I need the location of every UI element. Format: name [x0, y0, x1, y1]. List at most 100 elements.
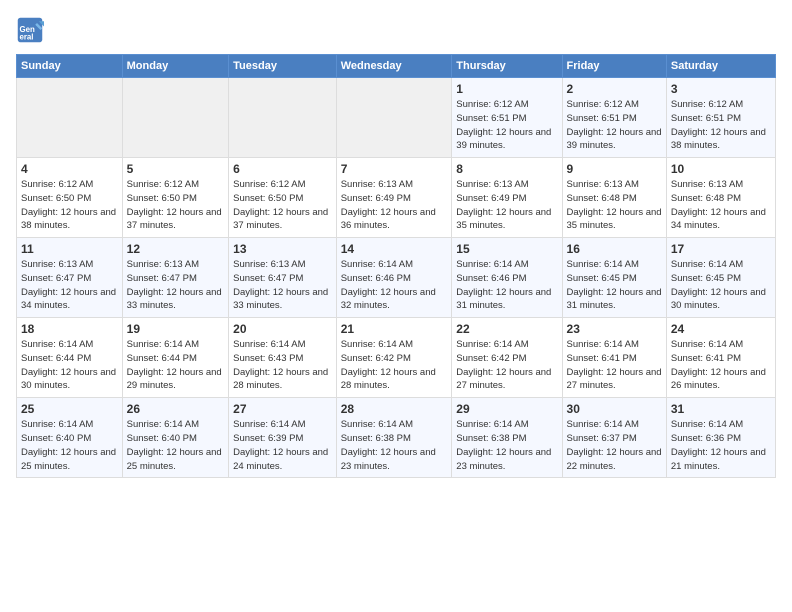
- day-info: Sunrise: 6:14 AM Sunset: 6:46 PM Dayligh…: [341, 258, 448, 313]
- calendar-row: 18 Sunrise: 6:14 AM Sunset: 6:44 PM Dayli…: [17, 318, 776, 398]
- calendar-row: 4 Sunrise: 6:12 AM Sunset: 6:50 PM Daylig…: [17, 158, 776, 238]
- calendar-cell: 27Sunrise: 6:14 AM Sunset: 6:39 PM Dayli…: [229, 398, 337, 478]
- header-row: SundayMondayTuesdayWednesdayThursdayFrid…: [17, 55, 776, 78]
- day-number: 3: [671, 82, 771, 96]
- calendar-cell: 1 Sunrise: 6:12 AM Sunset: 6:51 PM Daylig…: [452, 78, 562, 158]
- day-info: Sunrise: 6:12 AM Sunset: 6:50 PM Dayligh…: [21, 178, 118, 233]
- calendar-row: 11 Sunrise: 6:13 AM Sunset: 6:47 PM Dayli…: [17, 238, 776, 318]
- day-info: Sunrise: 6:14 AM Sunset: 6:36 PM Dayligh…: [671, 418, 771, 473]
- calendar-cell: 25 Sunrise: 6:14 AM Sunset: 6:40 PM Dayli…: [17, 398, 123, 478]
- day-number: 25: [21, 402, 118, 416]
- day-number: 12: [127, 242, 225, 256]
- day-info: Sunrise: 6:14 AM Sunset: 6:44 PM Dayligh…: [21, 338, 118, 393]
- day-info: Sunrise: 6:14 AM Sunset: 6:37 PM Dayligh…: [567, 418, 662, 473]
- calendar-cell: 10 Sunrise: 6:13 AM Sunset: 6:48 PM Dayli…: [666, 158, 775, 238]
- day-info: Sunrise: 6:13 AM Sunset: 6:49 PM Dayligh…: [341, 178, 448, 233]
- day-number: 23: [567, 322, 662, 336]
- header-cell: Saturday: [666, 55, 775, 78]
- calendar-cell: 28 Sunrise: 6:14 AM Sunset: 6:38 PM Dayli…: [336, 398, 452, 478]
- day-info: Sunrise: 6:14 AM Sunset: 6:43 PM Dayligh…: [233, 338, 332, 393]
- day-info: Sunrise: 6:13 AM Sunset: 6:49 PM Dayligh…: [456, 178, 557, 233]
- calendar-cell: 19Sunrise: 6:14 AM Sunset: 6:44 PM Dayli…: [122, 318, 229, 398]
- calendar-cell: 31 Sunrise: 6:14 AM Sunset: 6:36 PM Dayli…: [666, 398, 775, 478]
- calendar-cell: 8 Sunrise: 6:13 AM Sunset: 6:49 PM Daylig…: [452, 158, 562, 238]
- calendar-cell: 29 Sunrise: 6:14 AM Sunset: 6:38 PM Dayli…: [452, 398, 562, 478]
- calendar-cell: 14 Sunrise: 6:14 AM Sunset: 6:46 PM Dayli…: [336, 238, 452, 318]
- calendar-cell: 26 Sunrise: 6:14 AM Sunset: 6:40 PM Dayli…: [122, 398, 229, 478]
- day-number: 22: [456, 322, 557, 336]
- day-info: Sunrise: 6:12 AM Sunset: 6:50 PM Dayligh…: [233, 178, 332, 233]
- svg-text:eral: eral: [20, 33, 34, 42]
- day-number: 7: [341, 162, 448, 176]
- calendar-cell: 21 Sunrise: 6:14 AM Sunset: 6:42 PM Dayli…: [336, 318, 452, 398]
- day-number: 31: [671, 402, 771, 416]
- day-number: 18: [21, 322, 118, 336]
- calendar-body: 1 Sunrise: 6:12 AM Sunset: 6:51 PM Daylig…: [17, 78, 776, 478]
- calendar-row: 1 Sunrise: 6:12 AM Sunset: 6:51 PM Daylig…: [17, 78, 776, 158]
- day-number: 21: [341, 322, 448, 336]
- calendar-header: SundayMondayTuesdayWednesdayThursdayFrid…: [17, 55, 776, 78]
- calendar-cell: 17Sunrise: 6:14 AM Sunset: 6:45 PM Dayli…: [666, 238, 775, 318]
- calendar-cell: 9Sunrise: 6:13 AM Sunset: 6:48 PM Daylig…: [562, 158, 666, 238]
- day-info: Sunrise: 6:14 AM Sunset: 6:45 PM Dayligh…: [567, 258, 662, 313]
- day-info: Sunrise: 6:14 AM Sunset: 6:41 PM Dayligh…: [567, 338, 662, 393]
- header-cell: Wednesday: [336, 55, 452, 78]
- day-info: Sunrise: 6:12 AM Sunset: 6:51 PM Dayligh…: [671, 98, 771, 153]
- calendar-cell: 4 Sunrise: 6:12 AM Sunset: 6:50 PM Daylig…: [17, 158, 123, 238]
- page-container: Gen eral SundayMondayTuesdayWednesdayThu…: [0, 0, 792, 486]
- day-info: Sunrise: 6:14 AM Sunset: 6:38 PM Dayligh…: [456, 418, 557, 473]
- day-number: 2: [567, 82, 662, 96]
- calendar-cell: [229, 78, 337, 158]
- calendar-cell: 23 Sunrise: 6:14 AM Sunset: 6:41 PM Dayli…: [562, 318, 666, 398]
- day-info: Sunrise: 6:14 AM Sunset: 6:44 PM Dayligh…: [127, 338, 225, 393]
- calendar-cell: [17, 78, 123, 158]
- calendar-table: SundayMondayTuesdayWednesdayThursdayFrid…: [16, 54, 776, 478]
- day-number: 1: [456, 82, 557, 96]
- day-number: 9: [567, 162, 662, 176]
- day-info: Sunrise: 6:14 AM Sunset: 6:42 PM Dayligh…: [456, 338, 557, 393]
- day-number: 17: [671, 242, 771, 256]
- day-number: 15: [456, 242, 557, 256]
- calendar-cell: 22 Sunrise: 6:14 AM Sunset: 6:42 PM Dayli…: [452, 318, 562, 398]
- day-info: Sunrise: 6:13 AM Sunset: 6:48 PM Dayligh…: [671, 178, 771, 233]
- day-info: Sunrise: 6:13 AM Sunset: 6:47 PM Dayligh…: [233, 258, 332, 313]
- calendar-cell: [122, 78, 229, 158]
- day-info: Sunrise: 6:14 AM Sunset: 6:42 PM Dayligh…: [341, 338, 448, 393]
- day-number: 28: [341, 402, 448, 416]
- header-cell: Monday: [122, 55, 229, 78]
- day-number: 8: [456, 162, 557, 176]
- day-number: 29: [456, 402, 557, 416]
- logo: Gen eral: [16, 16, 48, 44]
- day-info: Sunrise: 6:13 AM Sunset: 6:47 PM Dayligh…: [21, 258, 118, 313]
- day-info: Sunrise: 6:14 AM Sunset: 6:40 PM Dayligh…: [21, 418, 118, 473]
- calendar-cell: 24Sunrise: 6:14 AM Sunset: 6:41 PM Dayli…: [666, 318, 775, 398]
- day-number: 10: [671, 162, 771, 176]
- day-info: Sunrise: 6:13 AM Sunset: 6:47 PM Dayligh…: [127, 258, 225, 313]
- calendar-cell: 12 Sunrise: 6:13 AM Sunset: 6:47 PM Dayli…: [122, 238, 229, 318]
- header: Gen eral: [16, 16, 776, 44]
- day-number: 30: [567, 402, 662, 416]
- day-number: 11: [21, 242, 118, 256]
- calendar-cell: 20 Sunrise: 6:14 AM Sunset: 6:43 PM Dayli…: [229, 318, 337, 398]
- calendar-cell: 11 Sunrise: 6:13 AM Sunset: 6:47 PM Dayli…: [17, 238, 123, 318]
- calendar-cell: 3 Sunrise: 6:12 AM Sunset: 6:51 PM Daylig…: [666, 78, 775, 158]
- header-cell: Thursday: [452, 55, 562, 78]
- calendar-cell: 5 Sunrise: 6:12 AM Sunset: 6:50 PM Daylig…: [122, 158, 229, 238]
- calendar-cell: 2 Sunrise: 6:12 AM Sunset: 6:51 PM Daylig…: [562, 78, 666, 158]
- day-number: 16: [567, 242, 662, 256]
- day-info: Sunrise: 6:12 AM Sunset: 6:51 PM Dayligh…: [567, 98, 662, 153]
- day-info: Sunrise: 6:12 AM Sunset: 6:51 PM Dayligh…: [456, 98, 557, 153]
- calendar-cell: 30 Sunrise: 6:14 AM Sunset: 6:37 PM Dayli…: [562, 398, 666, 478]
- day-number: 26: [127, 402, 225, 416]
- day-info: Sunrise: 6:12 AM Sunset: 6:50 PM Dayligh…: [127, 178, 225, 233]
- day-number: 14: [341, 242, 448, 256]
- calendar-row: 25 Sunrise: 6:14 AM Sunset: 6:40 PM Dayli…: [17, 398, 776, 478]
- calendar-cell: 18 Sunrise: 6:14 AM Sunset: 6:44 PM Dayli…: [17, 318, 123, 398]
- day-number: 5: [127, 162, 225, 176]
- day-info: Sunrise: 6:14 AM Sunset: 6:40 PM Dayligh…: [127, 418, 225, 473]
- header-cell: Friday: [562, 55, 666, 78]
- day-number: 4: [21, 162, 118, 176]
- day-number: 20: [233, 322, 332, 336]
- day-info: Sunrise: 6:14 AM Sunset: 6:38 PM Dayligh…: [341, 418, 448, 473]
- calendar-cell: 7 Sunrise: 6:13 AM Sunset: 6:49 PM Daylig…: [336, 158, 452, 238]
